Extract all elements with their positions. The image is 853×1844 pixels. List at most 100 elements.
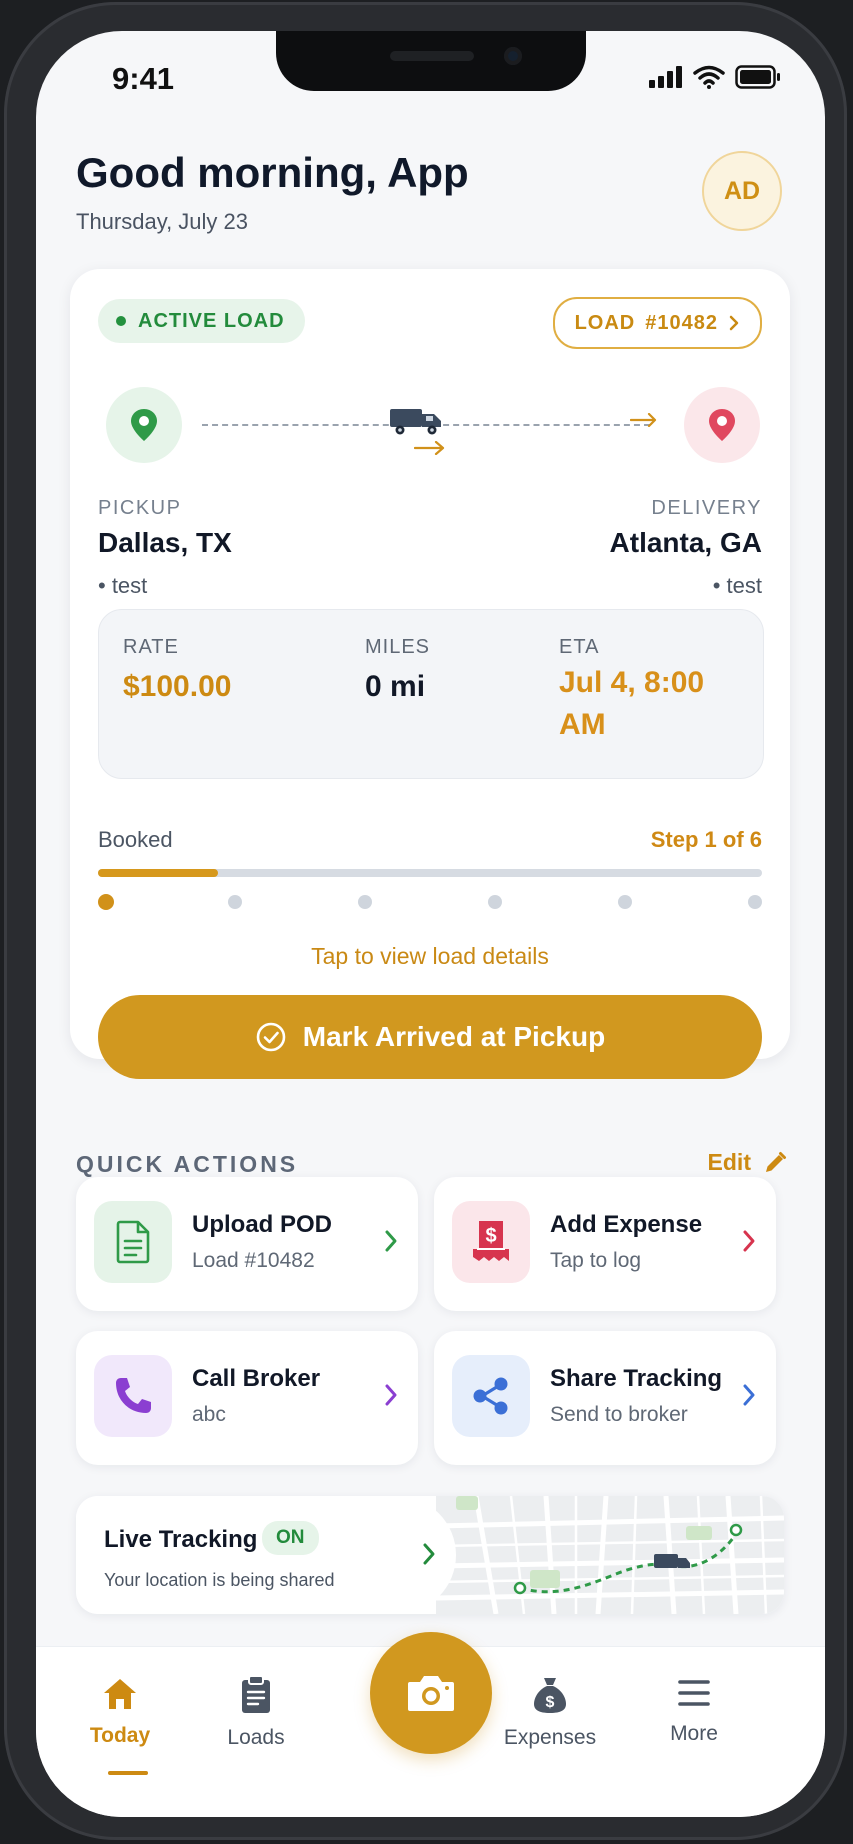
greeting-title: Good morning, App bbox=[76, 149, 469, 196]
status-time: 9:41 bbox=[112, 61, 175, 96]
edit-quick-actions-button[interactable]: Edit bbox=[708, 1149, 787, 1176]
delivery-city: Atlanta, GA bbox=[609, 527, 762, 558]
eta-label: ETA bbox=[559, 636, 600, 658]
quick-action-subtitle: Load #10482 bbox=[192, 1249, 315, 1272]
chevron-right-icon bbox=[385, 1230, 397, 1252]
clipboard-icon bbox=[242, 1675, 270, 1713]
share-icon bbox=[473, 1377, 508, 1415]
add-expense-icon-tile: $ bbox=[452, 1201, 530, 1283]
step-dot bbox=[748, 895, 762, 909]
phone-frame: 9:41 Good morning, App Thursday, July 23… bbox=[4, 2, 847, 1840]
delivery-label: DELIVERY bbox=[651, 497, 762, 519]
money-bag-icon: $ bbox=[534, 1678, 566, 1713]
direction-arrow-icon bbox=[414, 441, 445, 455]
miles-label: MILES bbox=[365, 636, 431, 658]
active-indicator bbox=[108, 1771, 148, 1775]
quick-action-add-expense[interactable]: $ Add Expense Tap to log bbox=[434, 1177, 776, 1311]
svg-text:$: $ bbox=[485, 1225, 496, 1247]
pencil-icon bbox=[766, 1151, 786, 1172]
menu-icon bbox=[678, 1680, 710, 1706]
step-dot bbox=[358, 895, 372, 909]
eta-value: Jul 4, 8:00 AM bbox=[559, 662, 704, 746]
nav-loads[interactable]: Loads bbox=[196, 1675, 316, 1750]
chevron-right-icon bbox=[729, 315, 739, 331]
wifi-icon bbox=[693, 65, 725, 89]
current-date: Thursday, July 23 bbox=[76, 209, 249, 234]
nav-today[interactable]: Today bbox=[60, 1675, 180, 1775]
status-dot bbox=[116, 316, 126, 326]
live-tracking-info: Live Tracking ON Your location is being … bbox=[76, 1496, 456, 1614]
rate-label: RATE bbox=[123, 636, 179, 658]
speaker bbox=[390, 51, 474, 61]
step-dot bbox=[228, 895, 242, 909]
quick-action-subtitle: Send to broker bbox=[550, 1403, 688, 1426]
chevron-right-icon bbox=[743, 1384, 755, 1406]
map-thumbnail bbox=[436, 1496, 784, 1614]
live-tracking-subtitle: Your location is being shared bbox=[104, 1570, 335, 1590]
nav-more[interactable]: More bbox=[634, 1675, 754, 1746]
map-pin-icon bbox=[131, 409, 157, 441]
nav-label: Today bbox=[89, 1724, 151, 1747]
quick-action-upload-pod[interactable]: Upload POD Load #10482 bbox=[76, 1177, 418, 1311]
edit-label: Edit bbox=[707, 1149, 751, 1175]
truck-icon bbox=[390, 409, 441, 435]
delivery-pin bbox=[684, 387, 760, 463]
call-broker-icon-tile bbox=[94, 1355, 172, 1437]
battery-icon bbox=[735, 65, 780, 89]
chevron-right-icon bbox=[385, 1384, 397, 1406]
mark-arrived-label: Mark Arrived at Pickup bbox=[302, 1021, 606, 1052]
nav-label: More bbox=[670, 1722, 718, 1745]
svg-text:$: $ bbox=[546, 1694, 555, 1711]
load-number-button[interactable]: LOAD #10482 bbox=[552, 297, 762, 349]
step-dot bbox=[98, 894, 114, 910]
nav-expenses[interactable]: $ Expenses bbox=[490, 1675, 610, 1750]
tracking-state-badge: ON bbox=[262, 1521, 319, 1555]
quick-action-subtitle: Tap to log bbox=[550, 1249, 642, 1272]
quick-action-title: Upload POD bbox=[192, 1211, 333, 1238]
status-icons bbox=[649, 65, 781, 89]
load-number: #10482 bbox=[645, 311, 718, 334]
signal-icon bbox=[649, 66, 682, 88]
route-end-arrow-icon bbox=[630, 413, 657, 427]
pickup-label: PICKUP bbox=[98, 497, 182, 519]
step-dot bbox=[488, 895, 502, 909]
active-load-badge: ACTIVE LOAD bbox=[98, 299, 305, 343]
receipt-dollar-icon: $ bbox=[473, 1221, 509, 1261]
quick-action-call-broker[interactable]: Call Broker abc bbox=[76, 1331, 418, 1465]
eta-value-line1: Jul 4, 8:00 bbox=[559, 666, 705, 699]
mark-arrived-button[interactable]: Mark Arrived at Pickup bbox=[98, 995, 762, 1079]
pickup-city: Dallas, TX bbox=[98, 527, 232, 558]
progress-step: Step 1 of 6 bbox=[650, 827, 762, 852]
avatar[interactable]: AD bbox=[702, 151, 782, 231]
quick-action-title: Share Tracking bbox=[550, 1365, 723, 1392]
pickup-pin bbox=[106, 387, 182, 463]
document-icon bbox=[116, 1220, 150, 1264]
quick-action-title: Add Expense bbox=[550, 1211, 703, 1238]
home-icon bbox=[104, 1679, 136, 1709]
active-load-label: ACTIVE LOAD bbox=[138, 309, 285, 332]
map-pin-icon bbox=[709, 409, 735, 441]
progress-fill bbox=[98, 869, 218, 877]
chevron-right-icon bbox=[743, 1230, 755, 1252]
quick-action-subtitle: abc bbox=[192, 1403, 226, 1426]
miles-value: 0 mi bbox=[365, 670, 426, 703]
view-details-link[interactable]: Tap to view load details bbox=[70, 943, 790, 970]
quick-action-share-tracking[interactable]: Share Tracking Send to broker bbox=[434, 1331, 776, 1465]
load-stats-panel: RATE $100.00 MILES 0 mi ETA Jul 4, 8:00 … bbox=[98, 609, 764, 779]
nav-label: Expenses bbox=[503, 1726, 597, 1749]
eta-value-line2: AM bbox=[559, 708, 606, 741]
upload-pod-icon-tile bbox=[94, 1201, 172, 1283]
camera-icon bbox=[408, 1676, 454, 1711]
nav-label: Loads bbox=[227, 1726, 285, 1749]
camera-button[interactable] bbox=[370, 1632, 492, 1754]
app-screen: 9:41 Good morning, App Thursday, July 23… bbox=[36, 31, 825, 1817]
step-dot bbox=[618, 895, 632, 909]
notch bbox=[276, 31, 586, 91]
share-tracking-icon-tile bbox=[452, 1355, 530, 1437]
quick-actions-title: QUICK ACTIONS bbox=[76, 1151, 299, 1177]
live-tracking-card[interactable]: Live Tracking ON Your location is being … bbox=[76, 1496, 784, 1614]
live-tracking-title: Live Tracking bbox=[104, 1526, 258, 1553]
quick-action-title: Call Broker bbox=[192, 1365, 321, 1392]
delivery-note: • test bbox=[712, 573, 762, 598]
active-load-card[interactable]: ACTIVE LOAD LOAD #10482 PICKUP Dallas, T… bbox=[70, 269, 790, 1079]
